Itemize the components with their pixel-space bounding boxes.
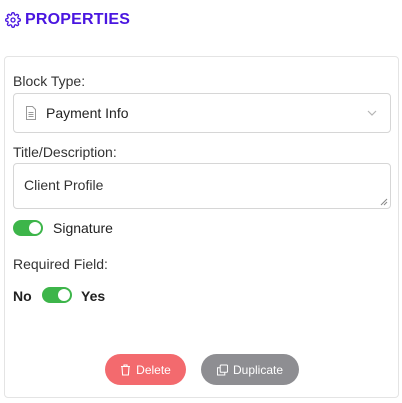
- block-type-label: Block Type:: [13, 73, 86, 89]
- description-textarea[interactable]: Client Profile: [13, 163, 391, 209]
- duplicate-label: Duplicate: [232, 362, 284, 377]
- page-title: PROPERTIES: [25, 11, 131, 28]
- document-icon: [25, 106, 37, 120]
- required-field-label: Required Field:: [13, 256, 108, 272]
- required-field-toggle[interactable]: [42, 287, 72, 303]
- chevron-down-icon[interactable]: [366, 107, 378, 119]
- delete-label: Delete: [136, 362, 171, 377]
- gear-icon: [5, 12, 21, 28]
- toggle-knob: [58, 289, 70, 301]
- description-label: Title/Description:: [13, 144, 117, 160]
- delete-button[interactable]: Delete: [105, 354, 186, 385]
- trash-icon: [120, 363, 131, 376]
- block-type-select[interactable]: Payment Info: [13, 93, 391, 133]
- signature-label: Signature: [53, 220, 113, 236]
- block-type-value: Payment Info: [46, 105, 129, 121]
- resize-handle-icon[interactable]: [380, 198, 388, 206]
- signature-toggle[interactable]: [13, 220, 43, 236]
- toggle-knob: [29, 222, 41, 234]
- properties-header: PROPERTIES: [5, 11, 130, 29]
- copy-icon: [216, 363, 228, 376]
- required-on-label: Yes: [81, 288, 106, 304]
- required-off-label: No: [13, 288, 32, 304]
- description-value: Client Profile: [24, 177, 104, 193]
- duplicate-button[interactable]: Duplicate: [201, 354, 299, 385]
